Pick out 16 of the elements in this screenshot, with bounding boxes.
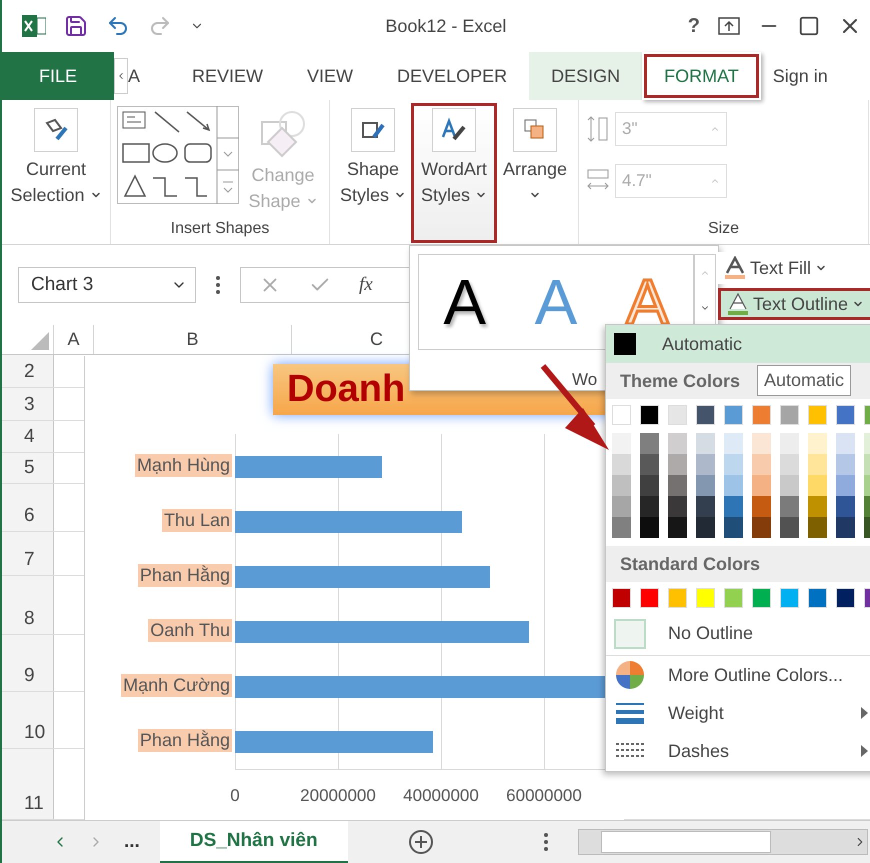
window-title: Book12 - Excel [384, 16, 508, 36]
group-label: Size [708, 220, 740, 239]
axis-tick-label: 60000000 [506, 786, 582, 806]
category-label: Mạnh Cường [121, 674, 232, 697]
category-label: Oanh Thu [148, 619, 232, 642]
category-label: Phan Hằng [138, 729, 232, 752]
tooltip: Automatic [757, 365, 852, 396]
axis-tick-label: 40000000 [403, 786, 479, 806]
section-header: Standard Colors [606, 546, 870, 582]
gallery-caption: Wo [572, 370, 598, 390]
category-label: Phan Hằng [138, 564, 232, 587]
axis-tick-label: 0 [230, 786, 240, 806]
group-label: Insert Shapes [170, 220, 270, 239]
category-label: Thu Lan [162, 509, 232, 532]
axis-tick-label: 20000000 [300, 786, 376, 806]
category-label: Mạnh Hùng [134, 454, 232, 477]
